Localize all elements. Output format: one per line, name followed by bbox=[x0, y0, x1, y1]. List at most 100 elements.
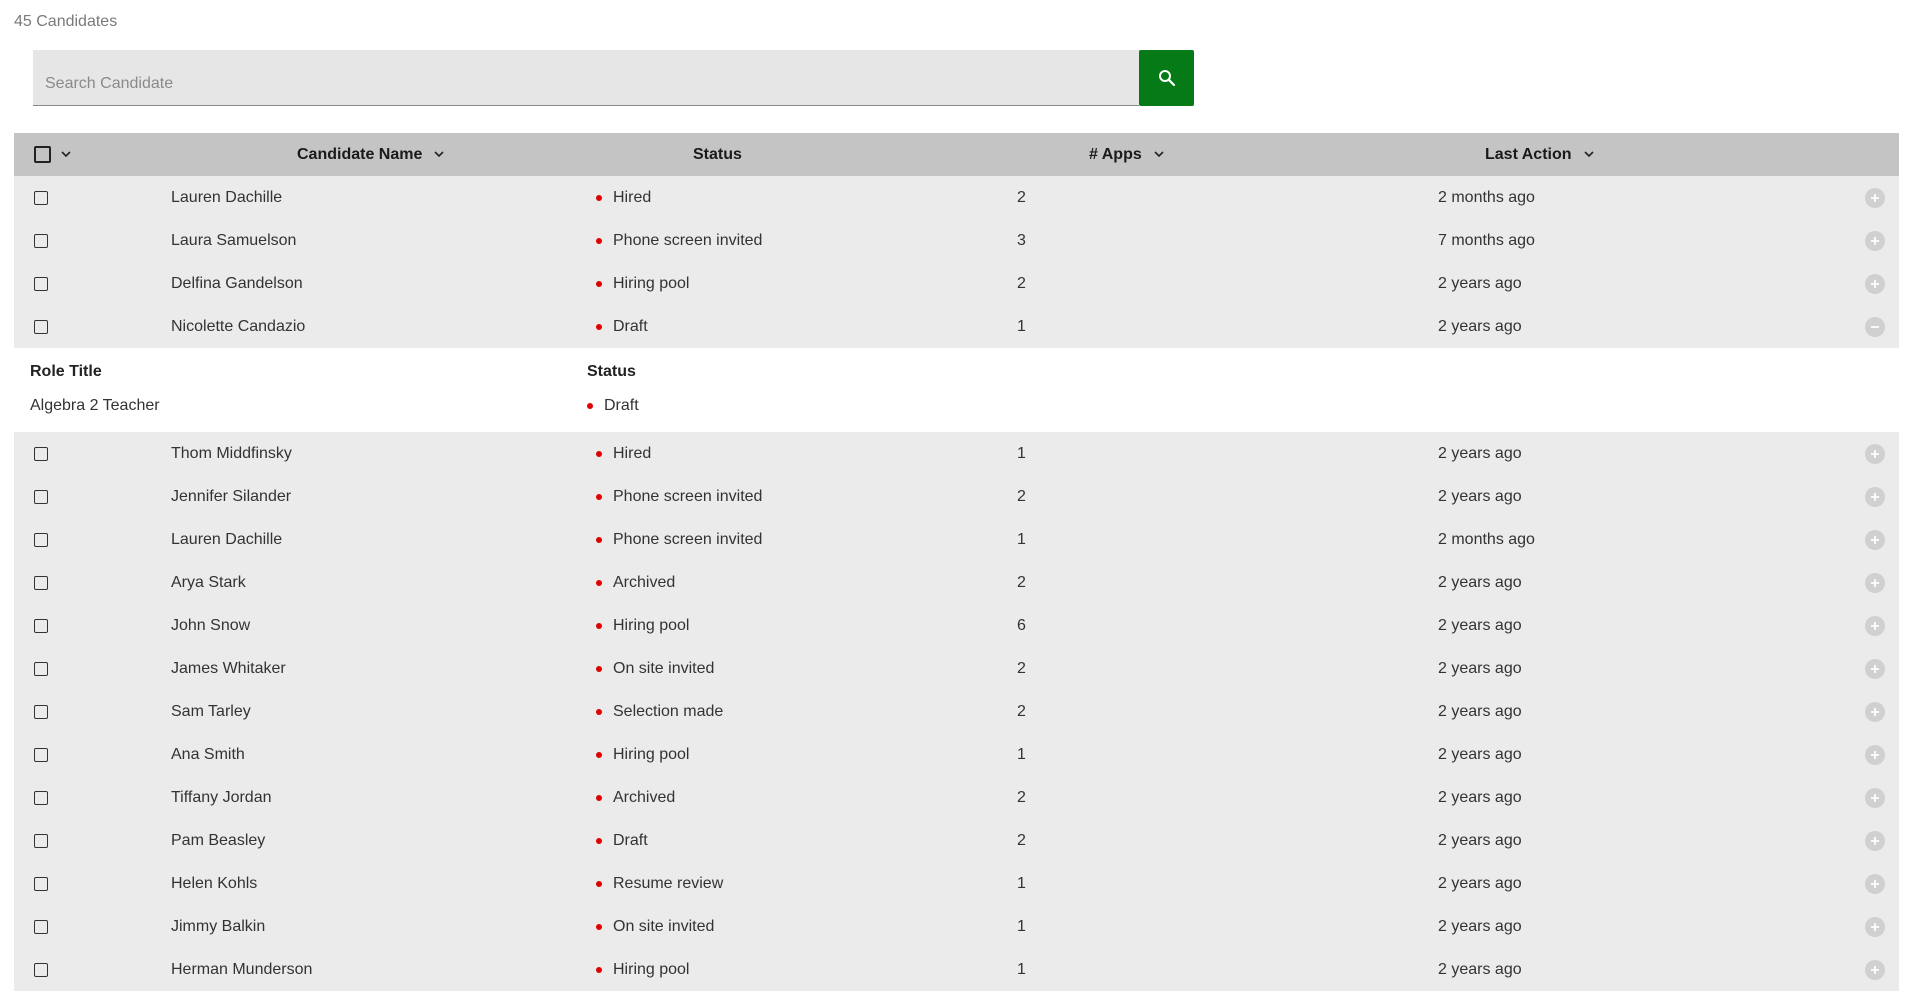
expand-row-icon[interactable] bbox=[1865, 658, 1885, 679]
table-row[interactable]: Lauren Dachille Phone screen invited 1 2 mo… bbox=[14, 518, 1899, 561]
candidate-apps-count: 3 bbox=[1017, 231, 1026, 249]
expand-row-icon[interactable] bbox=[1865, 615, 1885, 636]
row-checkbox[interactable] bbox=[34, 790, 48, 805]
column-header-last-action-label: Last Action bbox=[1485, 145, 1572, 163]
candidate-status: On site invited bbox=[613, 659, 715, 677]
candidate-name[interactable]: Herman Munderson bbox=[171, 948, 312, 991]
row-checkbox[interactable] bbox=[34, 704, 48, 719]
sort-chevron-icon[interactable] bbox=[1154, 151, 1164, 158]
candidate-apps-count: 1 bbox=[1017, 317, 1026, 335]
candidate-name[interactable]: Lauren Dachille bbox=[171, 518, 282, 561]
status-dot-icon bbox=[596, 579, 602, 586]
expand-row-icon[interactable] bbox=[1865, 701, 1885, 722]
table-row[interactable]: John Snow Hiring pool 6 2 years ago bbox=[14, 604, 1899, 647]
expand-row-icon[interactable] bbox=[1865, 744, 1885, 765]
table-row[interactable]: Tiffany Jordan Archived 2 2 years ago bbox=[14, 776, 1899, 819]
row-checkbox[interactable] bbox=[34, 233, 48, 248]
select-options-chevron-icon[interactable] bbox=[61, 151, 71, 158]
sort-chevron-icon[interactable] bbox=[434, 151, 444, 158]
table-row[interactable]: Arya Stark Archived 2 2 years ago bbox=[14, 561, 1899, 604]
status-dot-icon bbox=[596, 622, 602, 629]
row-checkbox[interactable] bbox=[34, 276, 48, 291]
table-row[interactable]: Herman Munderson Hiring pool 1 2 years ago bbox=[14, 948, 1899, 991]
candidate-name[interactable]: Lauren Dachille bbox=[171, 176, 282, 219]
candidate-apps-count: 2 bbox=[1017, 788, 1026, 806]
candidate-name[interactable]: Jimmy Balkin bbox=[171, 905, 265, 948]
candidate-status: Resume review bbox=[613, 874, 724, 892]
sort-chevron-icon[interactable] bbox=[1583, 151, 1594, 158]
candidate-apps-count: 2 bbox=[1017, 659, 1026, 677]
column-header-last-action[interactable]: Last Action bbox=[1485, 133, 1594, 176]
expand-row-icon[interactable] bbox=[1865, 529, 1885, 550]
table-row[interactable]: Nicolette Candazio Draft 1 2 years ago bbox=[14, 305, 1899, 348]
table-row[interactable]: Helen Kohls Resume review 1 2 years ago bbox=[14, 862, 1899, 905]
candidate-name[interactable]: Tiffany Jordan bbox=[171, 776, 272, 819]
expand-row-icon[interactable] bbox=[1865, 572, 1885, 593]
expand-row-icon[interactable] bbox=[1865, 230, 1885, 251]
column-header-apps[interactable]: # Apps bbox=[1089, 133, 1164, 176]
select-all-checkbox[interactable] bbox=[34, 146, 51, 163]
table-row[interactable]: James Whitaker On site invited 2 2 years ag… bbox=[14, 647, 1899, 690]
row-checkbox[interactable] bbox=[34, 962, 48, 977]
expand-row-icon[interactable] bbox=[1865, 873, 1885, 894]
table-row[interactable]: Pam Beasley Draft 2 2 years ago bbox=[14, 819, 1899, 862]
search-button[interactable] bbox=[1139, 50, 1194, 106]
candidate-apps-count: 2 bbox=[1017, 274, 1026, 292]
table-row[interactable]: Sam Tarley Selection made 2 2 years ago bbox=[14, 690, 1899, 733]
row-checkbox[interactable] bbox=[34, 319, 48, 334]
candidate-name[interactable]: Delfina Gandelson bbox=[171, 262, 303, 305]
candidate-name[interactable]: Ana Smith bbox=[171, 733, 245, 776]
row-checkbox[interactable] bbox=[34, 876, 48, 891]
candidate-name[interactable]: Jennifer Silander bbox=[171, 475, 291, 518]
candidate-last-action: 2 months ago bbox=[1438, 530, 1535, 548]
expand-row-icon[interactable] bbox=[1865, 959, 1885, 980]
status-dot-icon bbox=[596, 536, 602, 543]
expand-row-icon[interactable] bbox=[1865, 187, 1885, 208]
role-title-value: Algebra 2 Teacher bbox=[30, 397, 160, 414]
table-row[interactable]: Lauren Dachille Hired 2 2 months ago bbox=[14, 176, 1899, 219]
expand-row-icon[interactable] bbox=[1865, 916, 1885, 937]
candidate-name[interactable]: Helen Kohls bbox=[171, 862, 257, 905]
expand-row-icon[interactable] bbox=[1865, 273, 1885, 294]
table-row[interactable]: Jimmy Balkin On site invited 1 2 years ago bbox=[14, 905, 1899, 948]
candidate-name[interactable]: Nicolette Candazio bbox=[171, 305, 305, 348]
row-checkbox[interactable] bbox=[34, 532, 48, 547]
search-input[interactable] bbox=[33, 50, 1139, 106]
candidate-name[interactable]: Pam Beasley bbox=[171, 819, 265, 862]
candidate-name[interactable]: Sam Tarley bbox=[171, 690, 251, 733]
table-row[interactable]: Delfina Gandelson Hiring pool 2 2 years ago bbox=[14, 262, 1899, 305]
candidate-name[interactable]: Laura Samuelson bbox=[171, 219, 296, 262]
row-checkbox[interactable] bbox=[34, 618, 48, 633]
row-checkbox[interactable] bbox=[34, 833, 48, 848]
row-checkbox[interactable] bbox=[34, 919, 48, 934]
row-checkbox[interactable] bbox=[34, 190, 48, 205]
expand-row-icon[interactable] bbox=[1865, 486, 1885, 507]
status-dot-icon bbox=[596, 194, 602, 201]
column-header-apps-label: # Apps bbox=[1089, 145, 1142, 163]
column-header-name[interactable]: Candidate Name bbox=[297, 133, 444, 176]
row-checkbox[interactable] bbox=[34, 575, 48, 590]
table-row[interactable]: Thom Middfinsky Hired 1 2 years ago bbox=[14, 432, 1899, 475]
expand-row-icon[interactable] bbox=[1865, 787, 1885, 808]
candidate-name[interactable]: Arya Stark bbox=[171, 561, 246, 604]
candidate-name[interactable]: James Whitaker bbox=[171, 647, 286, 690]
candidate-name[interactable]: John Snow bbox=[171, 604, 250, 647]
table-row[interactable]: Laura Samuelson Phone screen invited 3 7 mo… bbox=[14, 219, 1899, 262]
row-checkbox[interactable] bbox=[34, 446, 48, 461]
row-checkbox[interactable] bbox=[34, 747, 48, 762]
expand-row-icon[interactable] bbox=[1865, 443, 1885, 464]
row-checkbox[interactable] bbox=[34, 661, 48, 676]
table-row[interactable]: Ana Smith Hiring pool 1 2 years ago bbox=[14, 733, 1899, 776]
column-header-name-label: Candidate Name bbox=[297, 145, 423, 163]
row-checkbox[interactable] bbox=[34, 489, 48, 504]
candidate-last-action: 7 months ago bbox=[1438, 231, 1535, 249]
candidate-status: Draft bbox=[613, 317, 648, 335]
expand-row-icon[interactable] bbox=[1865, 830, 1885, 851]
candidate-status: Archived bbox=[613, 788, 676, 806]
candidate-name[interactable]: Thom Middfinsky bbox=[171, 432, 292, 475]
detail-status-value: Draft bbox=[604, 397, 639, 414]
candidate-apps-count: 2 bbox=[1017, 487, 1026, 505]
collapse-row-icon[interactable] bbox=[1865, 316, 1885, 337]
status-dot-icon bbox=[596, 708, 602, 715]
table-row[interactable]: Jennifer Silander Phone screen invited 2 2 … bbox=[14, 475, 1899, 518]
